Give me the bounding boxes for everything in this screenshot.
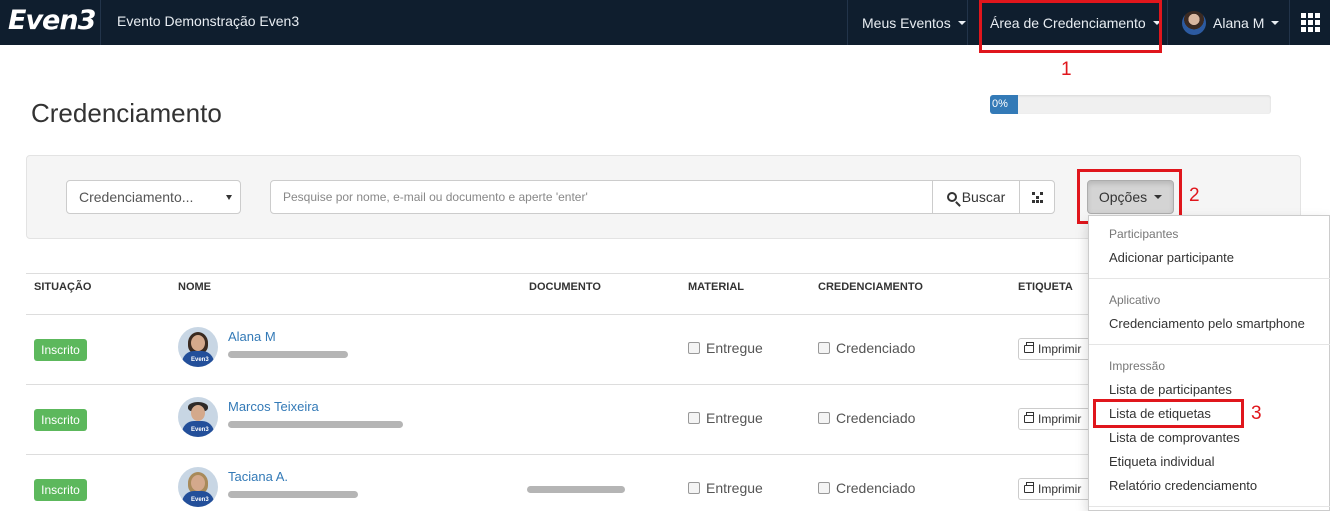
- opcoes-dropdown-menu: Participantes Adicionar participante Apl…: [1088, 215, 1330, 511]
- table-divider: [26, 384, 1088, 385]
- column-header-situacao: SITUAÇÃO: [34, 281, 92, 293]
- dropdown-divider: [1089, 506, 1330, 507]
- menu-item-etiqueta-individual[interactable]: Etiqueta individual: [1109, 454, 1215, 469]
- avatar: Even3: [178, 397, 218, 437]
- nav-meus-eventos-label: Meus Eventos: [862, 14, 951, 31]
- event-title[interactable]: Evento Demonstração Even3: [117, 13, 299, 29]
- nav-meus-eventos[interactable]: Meus Eventos: [847, 0, 967, 45]
- status-badge: Inscrito: [34, 339, 87, 361]
- annotation-box-1: [979, 0, 1162, 53]
- grid-icon: [1300, 13, 1320, 32]
- annotation-number-3: 3: [1251, 403, 1262, 424]
- user-avatar: [1182, 10, 1206, 35]
- page-title: Credenciamento: [31, 98, 222, 128]
- table-divider: [26, 454, 1088, 455]
- status-badge: Inscrito: [34, 409, 87, 431]
- annotation-box-3: [1093, 399, 1244, 428]
- credenciamento-checkbox[interactable]: [818, 342, 830, 354]
- search-button-label: Buscar: [961, 189, 1006, 205]
- column-header-etiqueta: ETIQUETA: [1018, 281, 1073, 293]
- apps-grid-button[interactable]: [1289, 0, 1330, 45]
- progress-fill: 0%: [990, 95, 1018, 114]
- credenciamento-label: Credenciado: [836, 410, 916, 426]
- column-header-credenciamento: CREDENCIAMENTO: [818, 281, 923, 293]
- column-header-nome: NOME: [178, 281, 211, 293]
- participant-name-link[interactable]: Alana M: [228, 329, 276, 344]
- print-label-button[interactable]: Imprimir: [1018, 478, 1093, 500]
- printer-icon: [1024, 412, 1034, 423]
- menu-item-relatorio-credenciamento[interactable]: Relatório credenciamento: [1109, 478, 1257, 493]
- dropdown-header-participantes: Participantes: [1109, 227, 1179, 241]
- material-label: Entregue: [706, 340, 763, 356]
- menu-item-lista-comprovantes[interactable]: Lista de comprovantes: [1109, 430, 1240, 445]
- nav-user-menu[interactable]: Alana M: [1167, 0, 1289, 45]
- avatar: Even3: [178, 467, 218, 507]
- material-checkbox[interactable]: [688, 342, 700, 354]
- participant-name-link[interactable]: Marcos Teixeira: [228, 399, 319, 414]
- annotation-number-2: 2: [1189, 185, 1200, 206]
- print-label: Imprimir: [1038, 482, 1082, 496]
- brand-logo[interactable]: Even3: [8, 5, 96, 36]
- credenciamento-checkbox[interactable]: [818, 482, 830, 494]
- participant-name-link[interactable]: Taciana A.: [228, 469, 288, 484]
- menu-item-adicionar-participante[interactable]: Adicionar participante: [1109, 250, 1234, 265]
- print-label-button[interactable]: Imprimir: [1018, 408, 1093, 430]
- column-header-documento: DOCUMENTO: [529, 281, 601, 293]
- redacted-email: [228, 491, 358, 498]
- user-name: Alana M: [1213, 14, 1265, 31]
- avatar: Even3: [178, 327, 218, 367]
- caret-down-icon: [957, 20, 966, 25]
- material-checkbox[interactable]: [688, 412, 700, 424]
- credenciamento-label: Credenciado: [836, 340, 916, 356]
- status-badge: Inscrito: [34, 479, 87, 501]
- annotation-number-1: 1: [1061, 59, 1072, 80]
- select-caret-icon: [226, 195, 232, 200]
- print-label: Imprimir: [1038, 412, 1082, 426]
- menu-item-lista-participantes[interactable]: Lista de participantes: [1109, 382, 1232, 397]
- dropdown-header-aplicativo: Aplicativo: [1109, 293, 1161, 307]
- menu-item-credenciamento-smartphone[interactable]: Credenciamento pelo smartphone: [1109, 316, 1305, 331]
- caret-down-icon: [1271, 20, 1280, 25]
- search-icon: [946, 192, 957, 202]
- table-divider: [26, 273, 1088, 274]
- print-label-button[interactable]: Imprimir: [1018, 338, 1093, 360]
- select-value: Credenciamento...: [79, 189, 194, 205]
- printer-icon: [1024, 342, 1034, 353]
- search-button[interactable]: Buscar: [932, 180, 1020, 214]
- dropdown-divider: [1089, 344, 1330, 345]
- redacted-email: [228, 351, 348, 358]
- credenciamento-select[interactable]: Credenciamento...: [66, 180, 241, 214]
- search-input[interactable]: [270, 180, 933, 214]
- table-divider: [26, 314, 1088, 315]
- qr-scan-button[interactable]: [1019, 180, 1055, 214]
- dropdown-header-impressao: Impressão: [1109, 359, 1166, 373]
- column-header-material: MATERIAL: [688, 281, 745, 293]
- material-label: Entregue: [706, 410, 763, 426]
- dropdown-divider: [1089, 278, 1330, 279]
- credenciamento-checkbox[interactable]: [818, 412, 830, 424]
- redacted-document: [527, 486, 625, 493]
- print-label: Imprimir: [1038, 342, 1082, 356]
- material-label: Entregue: [706, 480, 763, 496]
- printer-icon: [1024, 482, 1034, 493]
- material-checkbox[interactable]: [688, 482, 700, 494]
- brand-logo-area[interactable]: Even3: [0, 0, 101, 45]
- qrcode-icon: [1031, 191, 1043, 203]
- credenciamento-label: Credenciado: [836, 480, 916, 496]
- progress-bar: 0%: [990, 95, 1271, 114]
- redacted-email: [228, 421, 403, 428]
